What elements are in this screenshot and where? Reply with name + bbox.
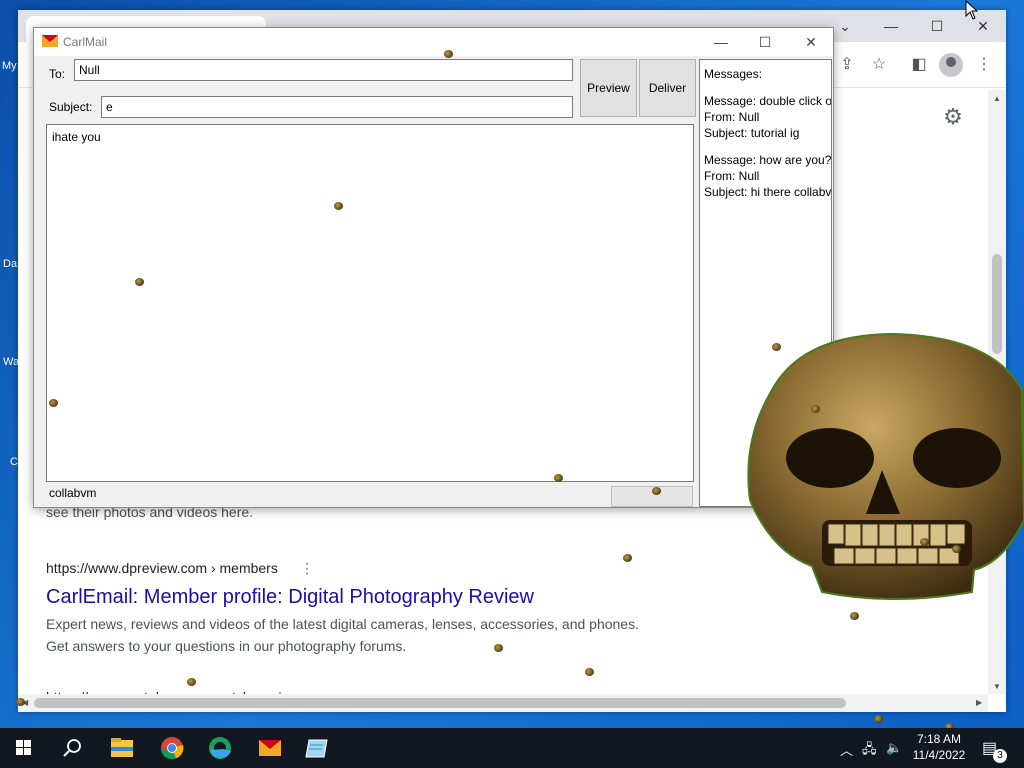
message-subject: Subject: hi there collabv [704,185,832,199]
window-title: CarlMail [63,35,108,49]
side-panel-icon[interactable]: ◧ [908,54,930,76]
notepad-icon [305,739,328,758]
taskbar: ︿ 🖧 🔈 7:18 AM 11/4/2022 ▤ 3 [0,728,1024,768]
scroll-up-arrow-icon[interactable]: ▲ [993,94,1001,103]
windows-start-icon [16,740,31,755]
subject-field[interactable]: e [101,96,573,118]
bug-sprite [334,202,343,210]
bug-sprite [952,545,961,553]
carlmail-window: CarlMail — ☐ ✕ To: Null Subject: e Previ… [33,27,834,508]
bug-sprite [585,668,594,676]
tab-list-chevron-icon[interactable]: ⌄ [830,16,860,36]
maximize-button[interactable]: ☐ [922,16,952,36]
taskbar-search-button[interactable] [48,728,96,768]
bug-sprite [652,487,661,495]
message-text: Message: double click o [704,94,832,108]
bug-sprite [135,278,144,286]
close-button[interactable]: ✕ [796,32,826,52]
to-field[interactable]: Null [74,59,573,81]
gear-icon[interactable]: ⚙ [940,104,966,130]
messages-header: Messages: [704,67,763,81]
result-description: Expert news, reviews and videos of the l… [46,613,639,657]
scroll-down-arrow-icon[interactable]: ▼ [993,682,1001,691]
notification-count-badge: 3 [993,749,1007,763]
bug-sprite [920,538,929,546]
bug-sprite [772,343,781,351]
bug-sprite [623,554,632,562]
message-from: From: Null [704,169,760,183]
profile-avatar[interactable] [939,53,963,77]
scroll-right-arrow-icon[interactable]: ▶ [976,698,982,707]
result-url[interactable]: https://www.dpreview.com › members [46,560,278,576]
result-more-icon[interactable]: ⋮ [300,560,314,577]
bug-sprite [494,644,503,652]
deliver-button[interactable]: Deliver [639,59,696,117]
bug-sprite [49,399,58,407]
desktop-icon-label[interactable]: Da [3,258,17,270]
result-title-link[interactable]: CarlEmail: Member profile: Digital Photo… [46,586,534,609]
taskbar-notepad[interactable] [294,728,342,768]
share-icon[interactable]: ⇪ [836,54,858,76]
message-item[interactable]: Message: double click o From: Null Subje… [704,93,832,141]
horizontal-scroll-thumb[interactable] [34,698,846,708]
file-explorer-icon [111,738,133,757]
message-item[interactable]: Message: how are you? t From: Null Subje… [704,152,832,200]
message-text: Message: how are you? t [704,153,832,167]
bug-sprite [16,698,25,706]
clock-time: 7:18 AM [916,732,962,746]
volume-icon[interactable]: 🔈 [886,740,902,756]
edge-icon [209,737,231,759]
preview-button[interactable]: Preview [580,59,637,117]
minimize-button[interactable]: — [876,16,906,36]
chevron-up-icon[interactable]: ︿ [840,740,853,759]
result-description-line: Expert news, reviews and videos of the l… [46,616,639,632]
windows-start-button[interactable] [0,728,48,768]
taskbar-edge[interactable] [196,728,244,768]
result-description-line: Get answers to your questions in our pho… [46,638,407,654]
bookmark-star-icon[interactable]: ☆ [868,54,890,76]
carlmail-icon [259,740,281,756]
bug-sprite [187,678,196,686]
carlmail-titlebar: CarlMail — ☐ ✕ [34,28,833,56]
desktop-icon-label[interactable]: C [10,456,18,468]
bug-sprite [850,612,859,620]
horizontal-scrollbar[interactable]: ◀ ▶ [18,694,988,712]
more-menu-icon[interactable]: ⋮ [973,54,995,76]
bug-sprite [811,405,820,413]
desktop-icon-label[interactable]: My [2,60,17,72]
taskbar-carlmail[interactable] [246,728,294,768]
bug-sprite [444,50,453,58]
message-body-textarea[interactable]: ihate you [46,124,694,482]
search-icon [63,739,81,757]
skull-image [747,332,1024,600]
status-text: collabvm [49,486,97,500]
mouse-cursor-icon [965,0,979,20]
minimize-button[interactable]: — [706,32,736,52]
taskbar-clock[interactable]: 7:18 AM 11/4/2022 [906,731,972,763]
taskbar-file-explorer[interactable] [98,728,146,768]
to-label: To: [49,67,66,81]
bug-sprite [554,474,563,482]
clock-date: 11/4/2022 [912,748,966,762]
subject-label: Subject: [49,100,93,114]
message-from: From: Null [704,110,760,124]
maximize-button[interactable]: ☐ [750,32,780,52]
taskbar-chrome[interactable] [148,728,196,768]
bug-sprite [874,715,883,723]
message-subject: Subject: tutorial ig [704,126,800,140]
chrome-icon [161,737,184,760]
desktop-icon-label[interactable]: Wa [3,356,19,368]
carlmail-app-icon [42,35,58,47]
network-icon[interactable]: 🖧 [862,740,877,762]
